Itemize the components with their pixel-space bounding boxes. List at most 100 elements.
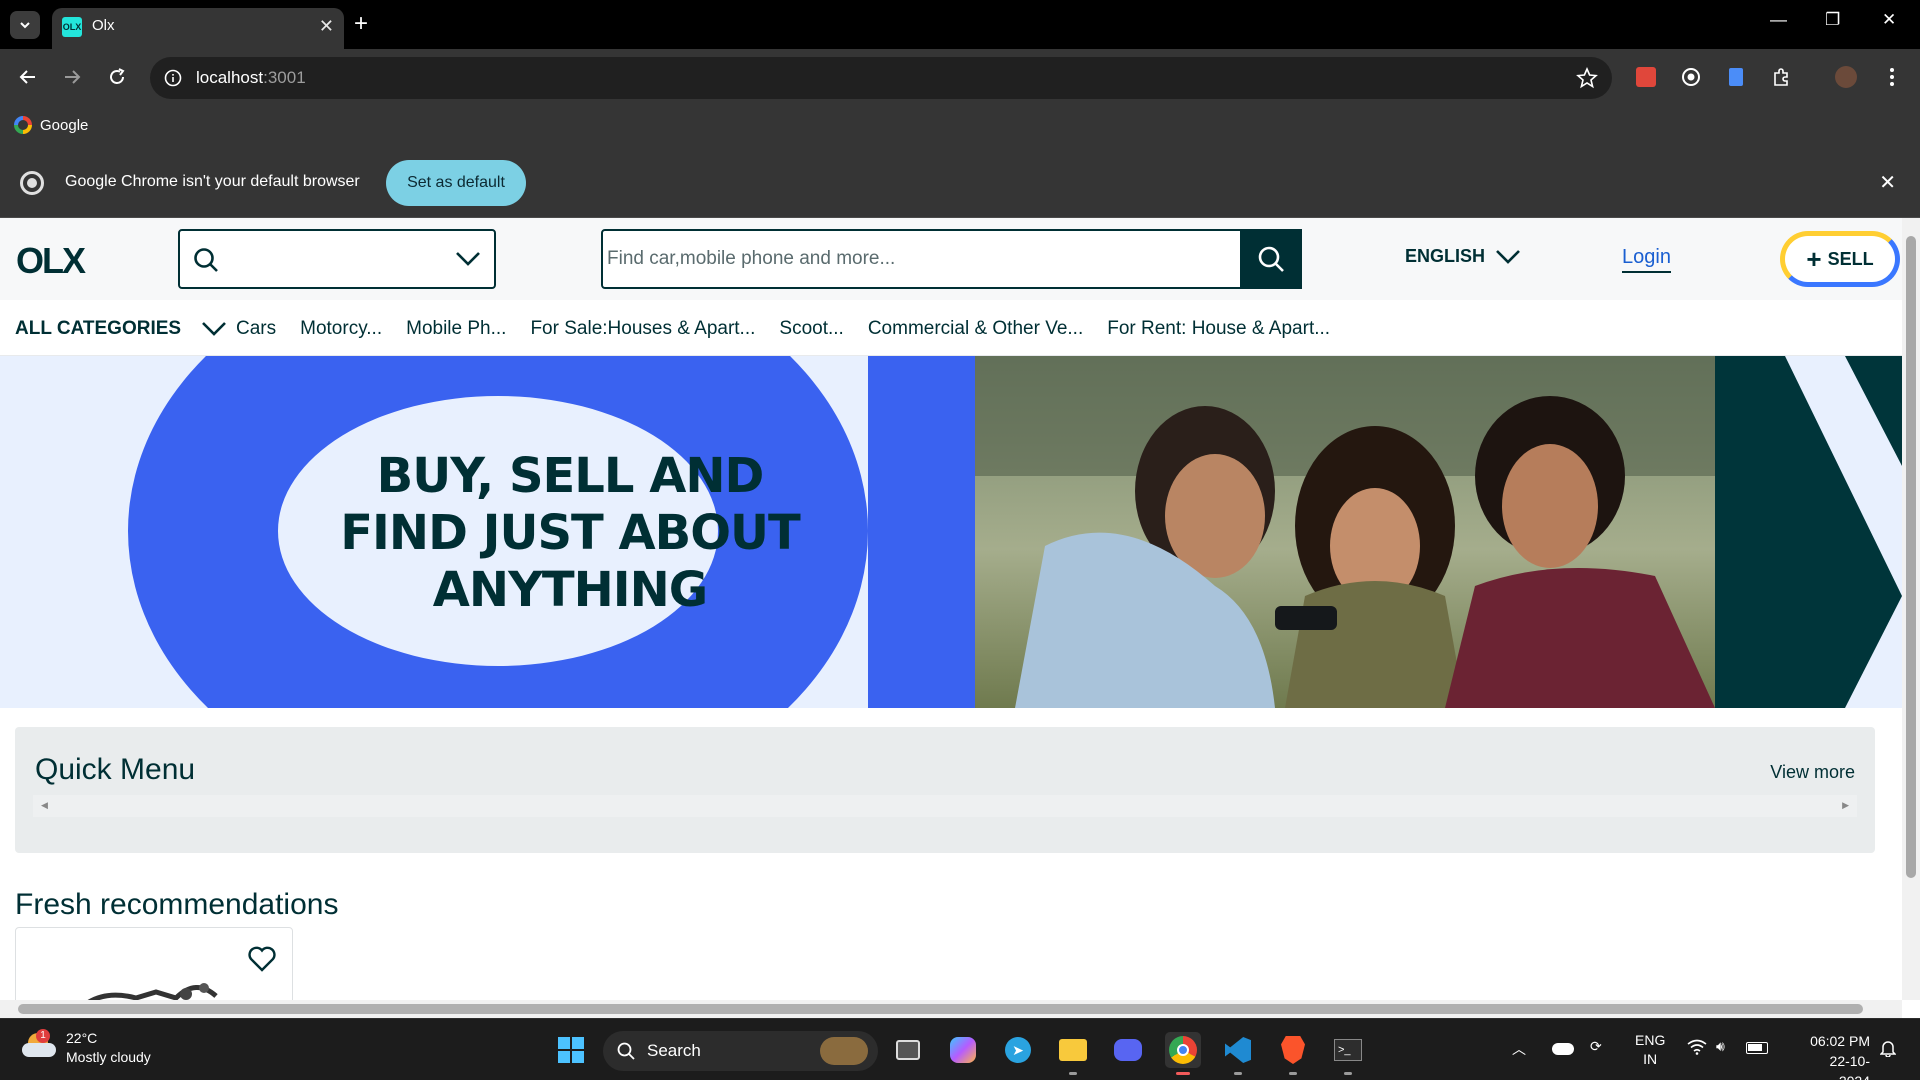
sell-button[interactable]: + SELL <box>1780 231 1900 287</box>
notification-bell-icon[interactable] <box>1879 1039 1897 1080</box>
default-browser-infobar: Google Chrome isn't your default browser… <box>0 146 1920 218</box>
taskbar-search[interactable]: Search <box>603 1031 878 1071</box>
reload-button[interactable] <box>103 63 131 91</box>
banner-blue-band <box>868 356 975 708</box>
browser-tab[interactable]: OLX Olx ✕ <box>52 8 344 49</box>
category-link-houses-for-rent[interactable]: For Rent: House & Apart... <box>1107 318 1330 340</box>
weather-badge: 1 <box>36 1029 50 1043</box>
extension-target-icon[interactable] <box>1679 65 1703 89</box>
close-icon[interactable]: ✕ <box>1879 170 1896 195</box>
browser-tab-bar: OLX Olx ✕ + — ❐ ✕ <box>0 0 1920 49</box>
minimize-icon[interactable]: — <box>1770 10 1787 30</box>
bookmarks-bar: Google <box>0 106 1920 146</box>
fresh-recommendations-title: Fresh recommendations <box>15 888 339 921</box>
category-link-commercial-vehicles[interactable]: Commercial & Other Ve... <box>868 318 1083 340</box>
google-icon <box>14 116 32 134</box>
weather-widget[interactable]: 1 22°C Mostly cloudy <box>22 1029 151 1067</box>
search-icon <box>1258 246 1284 272</box>
terminal-icon[interactable]: >_ <box>1330 1032 1366 1075</box>
copilot-icon[interactable] <box>945 1032 981 1068</box>
wifi-icon[interactable] <box>1687 1039 1707 1080</box>
olx-logo[interactable]: OLX <box>16 240 86 282</box>
scroll-left-icon[interactable]: ◀ <box>41 800 48 811</box>
weather-condition: Mostly cloudy <box>66 1049 151 1065</box>
hero-banner[interactable]: BUY, SELL AND FIND JUST ABOUT ANYTHING <box>0 356 1902 708</box>
banner-next-arrow[interactable] <box>1715 356 1902 708</box>
category-link-scooters[interactable]: Scoot... <box>779 318 843 340</box>
telegram-icon[interactable]: ➤ <box>1000 1032 1036 1068</box>
volume-icon[interactable]: 🔊︎ <box>1716 1038 1725 1080</box>
all-categories-dropdown[interactable]: ALL CATEGORIES <box>15 318 227 340</box>
back-arrow-icon <box>19 70 35 84</box>
view-more-link[interactable]: View more <box>1770 762 1855 783</box>
heart-icon[interactable] <box>248 946 276 972</box>
tab-list-button[interactable] <box>10 11 40 39</box>
quick-menu-scroller[interactable]: ◀ ▶ <box>33 795 1857 817</box>
quick-menu-section: Quick Menu View more ◀ ▶ <box>15 727 1875 853</box>
cloudy-weather-icon: 1 <box>22 1029 56 1059</box>
sell-label: SELL <box>1827 248 1874 269</box>
set-as-default-button[interactable]: Set as default <box>386 160 526 206</box>
new-tab-button[interactable]: + <box>354 10 368 38</box>
sync-icon[interactable]: ⟳ <box>1590 1038 1602 1080</box>
bookmark-google[interactable]: Google <box>14 116 88 134</box>
category-link-motorcycles[interactable]: Motorcy... <box>300 318 382 340</box>
all-categories-label: ALL CATEGORIES <box>15 318 182 339</box>
scrollbar-thumb[interactable] <box>1906 236 1916 878</box>
extension-red-icon[interactable] <box>1634 65 1658 89</box>
profile-avatar[interactable] <box>1834 65 1858 89</box>
bookmark-star-icon[interactable] <box>1576 67 1598 89</box>
search-button[interactable] <box>1240 229 1302 289</box>
address-bar[interactable]: localhost:3001 <box>150 57 1612 99</box>
search-field[interactable] <box>601 229 1302 289</box>
scroll-right-icon[interactable]: ▶ <box>1842 800 1849 811</box>
extensions-puzzle-icon[interactable] <box>1769 65 1793 89</box>
chevron-down-icon <box>20 22 30 29</box>
scrollbar-thumb[interactable] <box>18 1004 1863 1014</box>
category-link-cars[interactable]: Cars <box>236 318 276 340</box>
site-info-icon[interactable] <box>164 69 182 87</box>
product-card[interactable] <box>15 927 293 1000</box>
system-clock[interactable]: 06:02 PM 22-10-2024 <box>1800 1031 1870 1080</box>
tray-overflow-chevron-icon[interactable]: ︿ <box>1512 1039 1526 1080</box>
task-view-icon[interactable] <box>890 1032 926 1068</box>
category-bar: ALL CATEGORIES Cars Motorcy... Mobile Ph… <box>0 300 1902 356</box>
discord-icon[interactable] <box>1110 1032 1146 1068</box>
language-selector[interactable]: ENGLISH <box>1405 246 1521 267</box>
battery-icon[interactable] <box>1746 1039 1768 1080</box>
category-link-mobile-phones[interactable]: Mobile Ph... <box>406 318 506 340</box>
horizontal-scrollbar[interactable] <box>0 1000 1902 1018</box>
search-icon <box>194 248 218 272</box>
banner-headline-line: BUY, SELL AND <box>376 448 765 504</box>
banner-headline-line: ANYTHING <box>432 562 708 618</box>
start-button[interactable] <box>553 1032 589 1068</box>
login-link[interactable]: Login <box>1622 246 1671 273</box>
extension-blue-icon[interactable] <box>1724 65 1748 89</box>
region-code: IN <box>1643 1051 1658 1067</box>
plus-icon: + <box>1806 244 1822 274</box>
file-explorer-icon[interactable] <box>1055 1032 1091 1075</box>
chrome-icon <box>20 171 44 195</box>
location-selector[interactable] <box>178 229 496 289</box>
category-link-houses-for-sale[interactable]: For Sale:Houses & Apart... <box>530 318 755 340</box>
weather-temperature: 22°C <box>66 1030 98 1046</box>
language-label: ENGLISH <box>1405 246 1486 266</box>
chevron-down-icon <box>202 322 227 336</box>
taskbar-search-label: Search <box>647 1041 701 1060</box>
url-text: localhost:3001 <box>196 68 306 87</box>
close-tab-icon[interactable]: ✕ <box>319 16 334 37</box>
brave-icon[interactable] <box>1275 1032 1311 1075</box>
chrome-taskbar-icon[interactable] <box>1165 1032 1201 1075</box>
vscode-icon[interactable] <box>1220 1032 1256 1075</box>
restore-icon[interactable]: ❐ <box>1825 10 1840 30</box>
forward-button[interactable] <box>58 63 86 91</box>
category-links: Cars Motorcy... Mobile Ph... For Sale:Ho… <box>236 318 1330 340</box>
back-button[interactable] <box>14 63 42 91</box>
input-language[interactable]: ENG IN <box>1635 1031 1665 1080</box>
clock-time: 06:02 PM <box>1810 1033 1870 1049</box>
onedrive-cloud-icon[interactable] <box>1552 1039 1574 1080</box>
window-close-icon[interactable]: ✕ <box>1882 10 1896 30</box>
search-input[interactable] <box>607 231 1127 287</box>
menu-kebab-icon[interactable] <box>1880 65 1904 89</box>
vertical-scrollbar[interactable] <box>1902 218 1920 1000</box>
